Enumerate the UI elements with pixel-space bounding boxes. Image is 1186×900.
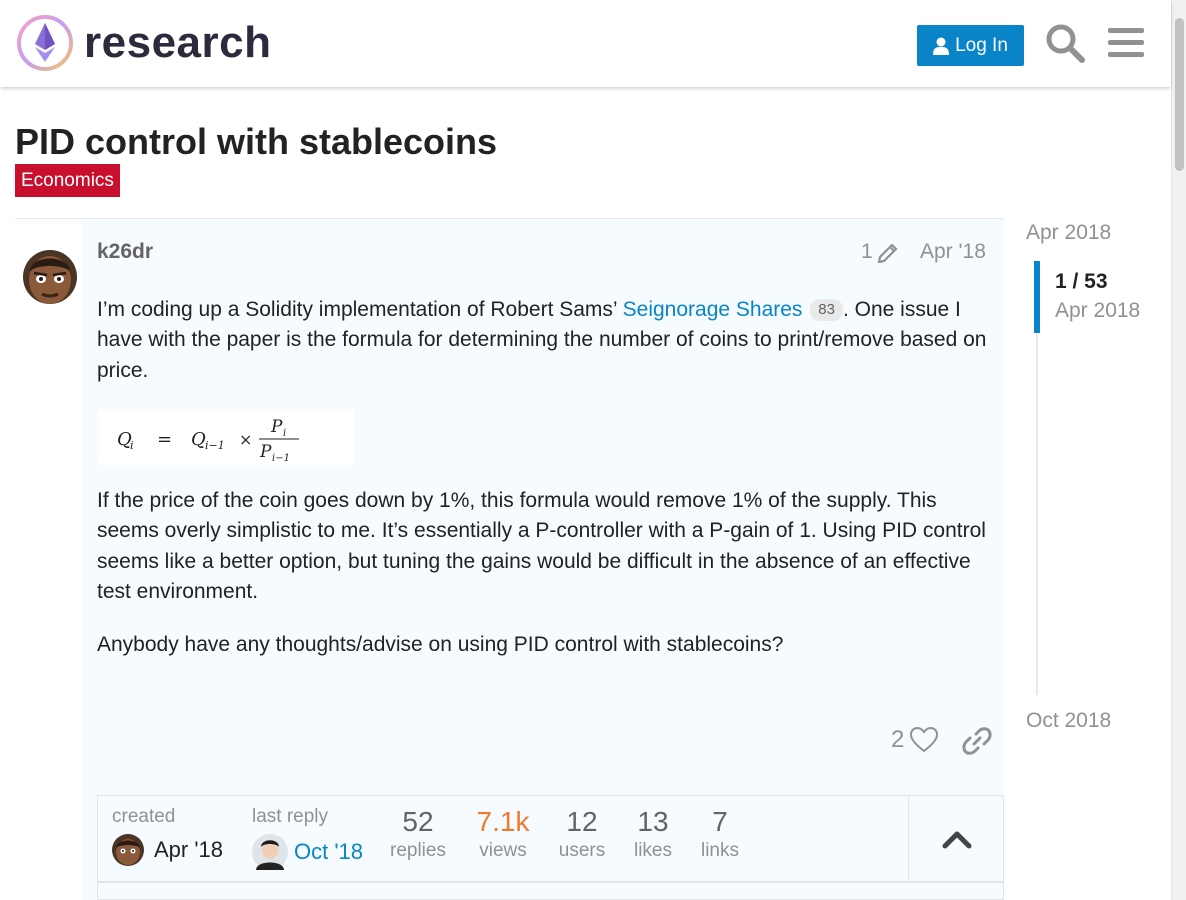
p1-text-before: I’m coding up a Solidity implementation … xyxy=(97,298,623,321)
stat-links: 7 links xyxy=(698,806,742,862)
edit-count: 1 xyxy=(861,240,873,263)
timeline-position: 1 / 53 xyxy=(1055,270,1108,293)
last-reply-label: last reply xyxy=(252,806,329,827)
views-label: views xyxy=(479,840,527,861)
views-count: 7.1k xyxy=(476,806,530,837)
link-click-count: 83 xyxy=(810,299,843,321)
stat-likes: 13 likes xyxy=(630,806,676,862)
formula-times: × xyxy=(239,430,252,449)
chevron-up-icon xyxy=(942,831,972,849)
timeline-handle[interactable] xyxy=(1034,261,1040,333)
timeline-start-date[interactable]: Apr 2018 xyxy=(1026,221,1111,245)
formula-q-prev-sub: i−1 xyxy=(205,439,225,452)
formula-equals: = xyxy=(157,429,172,450)
post-username[interactable]: k26dr xyxy=(97,240,153,264)
created-column[interactable]: created Apr '18 xyxy=(112,806,223,866)
last-reply-date: Oct '18 xyxy=(294,839,364,864)
creator-avatar xyxy=(112,834,144,866)
links-label: links xyxy=(700,840,739,861)
search-icon[interactable] xyxy=(1044,22,1086,64)
login-button[interactable]: Log In xyxy=(917,25,1024,66)
users-label: users xyxy=(558,840,606,861)
formula-num: P xyxy=(270,417,283,437)
seignorage-shares-link[interactable]: Seignorage Shares xyxy=(623,298,803,321)
like-button[interactable]: 2 xyxy=(891,726,939,754)
stat-users: 12 users xyxy=(556,806,608,862)
pencil-icon xyxy=(877,243,898,263)
like-count: 2 xyxy=(891,726,905,753)
expand-topic-map-button[interactable] xyxy=(908,796,1004,881)
hamburger-menu-icon[interactable] xyxy=(1106,22,1148,64)
login-label: Log In xyxy=(955,34,1008,56)
replies-count: 52 xyxy=(402,806,434,837)
link-share-icon[interactable] xyxy=(962,726,992,756)
created-label: created xyxy=(112,806,176,827)
edit-history[interactable]: 1 xyxy=(861,240,901,264)
formula-num-sub: i xyxy=(283,428,286,439)
formula-den-sub: i−1 xyxy=(272,453,290,464)
ethereum-logo-icon xyxy=(17,15,73,71)
category-badge[interactable]: Economics xyxy=(15,164,120,197)
timeline-end-date[interactable]: Oct 2018 xyxy=(1026,709,1111,733)
timeline-position-date: Apr 2018 xyxy=(1055,299,1141,322)
site-name: research xyxy=(84,18,272,67)
likes-count: 13 xyxy=(637,806,669,837)
last-reply-column[interactable]: last reply Oct '18 xyxy=(252,806,363,870)
formula-den: P xyxy=(259,442,272,462)
post-paragraph-2: If the price of the coin goes down by 1%… xyxy=(97,489,986,603)
site-logo[interactable]: research xyxy=(16,14,271,72)
topic-map: created Apr '18 last reply Oct '18 52 re… xyxy=(97,795,1004,882)
post-date[interactable]: Apr '18 xyxy=(920,240,986,264)
avatar[interactable] xyxy=(22,242,78,312)
formula-q-prev: Q xyxy=(191,429,206,450)
replies-label: replies xyxy=(390,840,446,861)
last-replier-avatar xyxy=(252,834,288,870)
user-icon xyxy=(933,37,950,55)
heart-icon xyxy=(910,727,939,753)
created-date: Apr '18 xyxy=(154,837,224,862)
likes-label: likes xyxy=(633,840,672,861)
post-paragraph-1: I’m coding up a Solidity implementation … xyxy=(97,295,997,386)
links-count: 7 xyxy=(712,806,728,837)
topic-map-details xyxy=(97,881,1004,900)
formula-lhs-sub: i xyxy=(130,439,134,452)
stat-views: 7.1k views xyxy=(472,806,534,862)
formula-render: Q i = Q i−1 × P i P i−1 xyxy=(117,417,299,464)
site-header: research Log In xyxy=(0,0,1171,87)
stat-replies: 52 replies xyxy=(390,806,446,862)
formula-image[interactable]: Q i = Q i−1 × P i P i−1 xyxy=(97,409,353,465)
users-count: 12 xyxy=(566,806,598,837)
post-paragraph-3: Anybody have any thoughts/advise on usin… xyxy=(97,633,784,656)
page-scrollbar[interactable] xyxy=(1171,0,1186,900)
scrollbar-thumb[interactable] xyxy=(1175,18,1184,171)
topic-title[interactable]: PID control with stablecoins xyxy=(15,121,497,163)
